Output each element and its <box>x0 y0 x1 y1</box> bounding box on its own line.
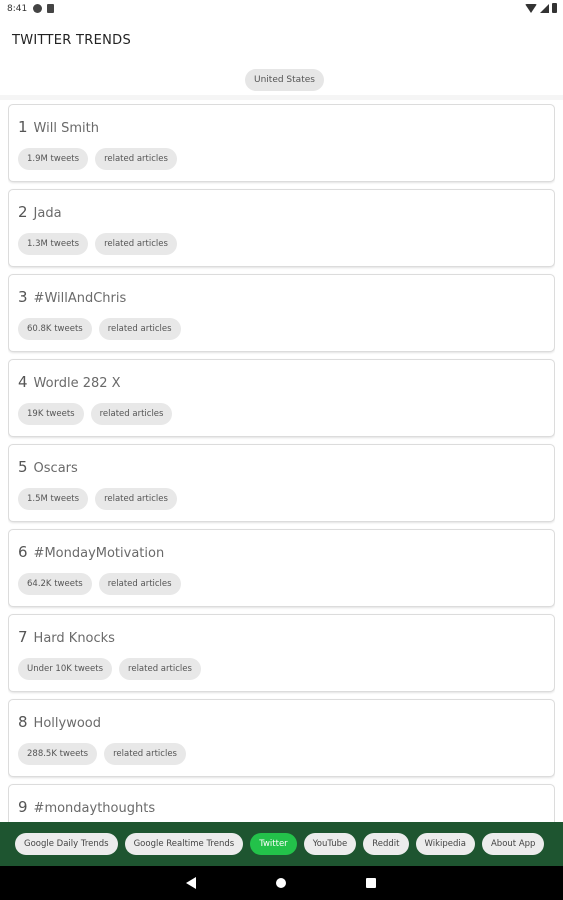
chip-row: 19K tweets related articles <box>18 403 173 425</box>
trend-card[interactable]: 7 Hard Knocks Under 10K tweets related arti… <box>8 614 555 692</box>
tweet-count-chip: 64.2K tweets <box>18 573 92 595</box>
tab-about-app[interactable]: About App <box>481 833 545 855</box>
home-icon[interactable] <box>276 878 286 888</box>
status-time: 8:41 <box>7 4 28 14</box>
tweet-count-chip: 1.3M tweets <box>18 233 89 255</box>
tweet-count-chip: Under 10K tweets <box>18 658 113 680</box>
signal-icon <box>540 3 549 13</box>
trend-name[interactable]: Jada <box>34 206 62 221</box>
trend-rank: 6 <box>18 543 28 561</box>
related-articles-button[interactable]: related articles <box>95 148 177 170</box>
trend-card[interactable]: 9 #mondaythoughts <box>8 784 555 822</box>
tweet-count-chip: 19K tweets <box>18 403 84 425</box>
wifi-icon <box>525 3 537 13</box>
related-articles-button[interactable]: related articles <box>119 658 201 680</box>
tweet-count-chip: 1.5M tweets <box>18 488 89 510</box>
trend-heading: 1 Will Smith <box>18 118 99 136</box>
trend-card[interactable]: 2 Jada 1.3M tweets related articles <box>8 189 555 267</box>
chip-row: Under 10K tweets related articles <box>18 658 201 680</box>
trend-card[interactable]: 5 Oscars 1.5M tweets related articles <box>8 444 555 522</box>
tab-google-daily-trends[interactable]: Google Daily Trends <box>15 833 118 855</box>
trend-rank: 5 <box>18 458 28 476</box>
country-selector-chip[interactable]: United States <box>245 69 324 91</box>
tab-twitter[interactable]: Twitter <box>250 833 297 855</box>
related-articles-button[interactable]: related articles <box>95 488 177 510</box>
chip-row: 288.5K tweets related articles <box>18 743 186 765</box>
trend-rank: 2 <box>18 203 28 221</box>
trend-card[interactable]: 8 Hollywood 288.5K tweets related articles <box>8 699 555 777</box>
trend-rank: 7 <box>18 628 28 646</box>
trend-heading: 8 Hollywood <box>18 713 101 731</box>
trend-name[interactable]: #mondaythoughts <box>34 801 156 816</box>
navigation-bar <box>0 866 563 900</box>
tab-wikipedia[interactable]: Wikipedia <box>415 833 475 855</box>
trend-name[interactable]: Wordle 282 X <box>34 376 121 391</box>
tweet-count-chip: 288.5K tweets <box>18 743 98 765</box>
trend-heading: 2 Jada <box>18 203 62 221</box>
trend-name[interactable]: Will Smith <box>34 121 99 136</box>
tweet-count-chip: 60.8K tweets <box>18 318 92 340</box>
trend-name[interactable]: Hollywood <box>34 716 101 731</box>
trend-card[interactable]: 1 Will Smith 1.9M tweets related articles <box>8 104 555 182</box>
trend-rank: 4 <box>18 373 28 391</box>
tab-google-realtime-trends[interactable]: Google Realtime Trends <box>124 833 244 855</box>
trend-card[interactable]: 6 #MondayMotivation 64.2K tweets related ar… <box>8 529 555 607</box>
bottom-tab-bar: Google Daily Trends Google Realtime Trend… <box>0 822 563 866</box>
trend-name[interactable]: Hard Knocks <box>34 631 115 646</box>
chip-row: 1.3M tweets related articles <box>18 233 177 255</box>
battery-icon <box>552 3 557 13</box>
trend-heading: 4 Wordle 282 X <box>18 373 121 391</box>
trend-heading: 6 #MondayMotivation <box>18 543 164 561</box>
tab-reddit[interactable]: Reddit <box>363 833 409 855</box>
trend-rank: 9 <box>18 798 28 816</box>
chip-row: 1.5M tweets related articles <box>18 488 177 510</box>
sd-card-icon <box>47 4 54 13</box>
recents-icon[interactable] <box>366 878 376 888</box>
related-articles-button[interactable]: related articles <box>98 318 181 340</box>
trend-name[interactable]: #WillAndChris <box>34 291 127 306</box>
related-articles-button[interactable]: related articles <box>104 743 186 765</box>
trend-card[interactable]: 3 #WillAndChris 60.8K tweets related articl… <box>8 274 555 352</box>
trend-rank: 1 <box>18 118 28 136</box>
header-divider <box>0 95 563 100</box>
trend-heading: 7 Hard Knocks <box>18 628 115 646</box>
trend-rank: 3 <box>18 288 28 306</box>
related-articles-button[interactable]: related articles <box>98 573 181 595</box>
status-bar: 8:41 <box>0 0 563 20</box>
back-icon[interactable] <box>186 877 196 889</box>
trend-heading: 5 Oscars <box>18 458 78 476</box>
related-articles-button[interactable]: related articles <box>95 233 177 255</box>
trend-heading: 3 #WillAndChris <box>18 288 126 306</box>
related-articles-button[interactable]: related articles <box>90 403 173 425</box>
chip-row: 64.2K tweets related articles <box>18 573 181 595</box>
app-notification-icon <box>33 4 42 13</box>
trend-rank: 8 <box>18 713 28 731</box>
chip-row: 60.8K tweets related articles <box>18 318 181 340</box>
tweet-count-chip: 1.9M tweets <box>18 148 89 170</box>
trend-card[interactable]: 4 Wordle 282 X 19K tweets related articles <box>8 359 555 437</box>
page-title: TWITTER TRENDS <box>12 33 132 48</box>
trend-heading: 9 #mondaythoughts <box>18 798 155 816</box>
trend-list[interactable]: 1 Will Smith 1.9M tweets related articles 2 J… <box>8 104 555 822</box>
tab-youtube[interactable]: YouTube <box>303 833 357 855</box>
trend-name[interactable]: Oscars <box>34 461 78 476</box>
trend-name[interactable]: #MondayMotivation <box>34 546 165 561</box>
chip-row: 1.9M tweets related articles <box>18 148 177 170</box>
